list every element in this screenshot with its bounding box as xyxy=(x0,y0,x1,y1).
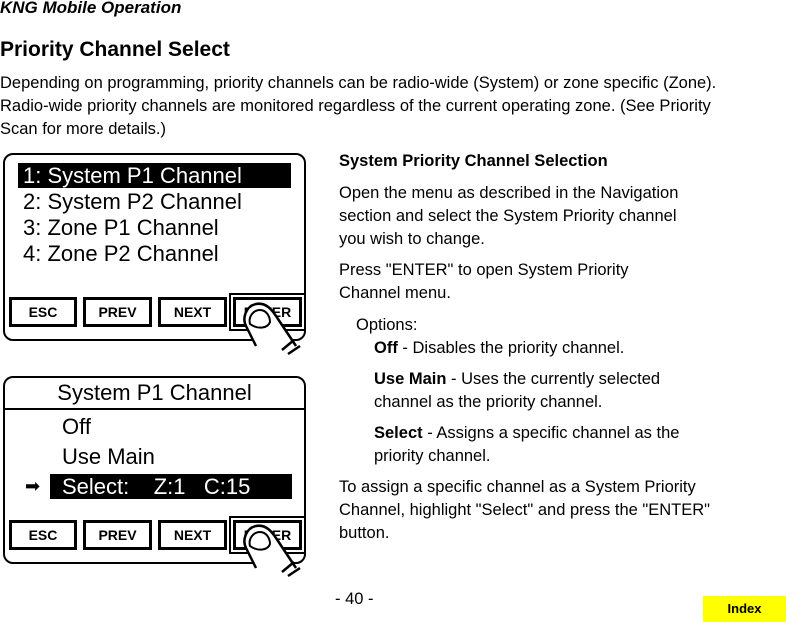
option-desc-select: Select - Assigns a specific channel as t… xyxy=(374,422,704,468)
enter-button[interactable]: ENTER xyxy=(229,293,306,331)
option-off[interactable]: Off xyxy=(62,414,91,439)
option-desc-off: Off - Disables the priority channel. xyxy=(374,337,714,360)
option-text: - Disables the priority channel. xyxy=(397,339,625,357)
option-name: Use Main xyxy=(374,370,447,388)
index-button[interactable]: Index xyxy=(703,596,786,622)
section-heading: System Priority Channel Selection xyxy=(339,152,608,170)
next-button[interactable]: NEXT xyxy=(158,520,227,550)
intro-paragraph: Depending on programming, priority chann… xyxy=(0,74,717,138)
options-label: Options: xyxy=(356,316,418,334)
next-button[interactable]: NEXT xyxy=(158,297,227,327)
page-title: Priority Channel Select xyxy=(0,38,230,61)
menu-item-system-p1[interactable]: 1: System P1 Channel xyxy=(18,163,291,188)
menu-item-zone-p1[interactable]: 3: Zone P1 Channel xyxy=(18,215,291,240)
esc-button[interactable]: ESC xyxy=(9,520,77,550)
radio-display-menu: 1: System P1 Channel 2: System P2 Channe… xyxy=(3,153,306,341)
option-name: Off xyxy=(374,339,398,357)
screen-title: System P1 Channel xyxy=(5,378,304,410)
esc-button[interactable]: ESC xyxy=(9,297,77,327)
option-name: Select xyxy=(374,424,423,442)
menu-item-zone-p2[interactable]: 4: Zone P2 Channel xyxy=(18,241,291,266)
right-arrow-icon: ➡ xyxy=(25,476,41,496)
instruction-paragraph-1: Open the menu as described in the Naviga… xyxy=(339,184,679,248)
menu-item-system-p2[interactable]: 2: System P2 Channel xyxy=(18,189,291,214)
page-number: - 40 - xyxy=(335,590,374,608)
option-use-main[interactable]: Use Main xyxy=(62,444,155,469)
instruction-paragraph-2: Press "ENTER" to open System Priority Ch… xyxy=(339,261,629,302)
instruction-paragraph-3: To assign a specific channel as a System… xyxy=(339,478,711,542)
radio-display-priority-options: System P1 Channel Off Use Main ➡ Select:… xyxy=(3,376,306,564)
option-desc-use-main: Use Main - Uses the currently selected c… xyxy=(374,368,714,414)
prev-button[interactable]: PREV xyxy=(83,297,152,327)
option-select[interactable]: Select: Z:1 C:15 xyxy=(50,474,292,499)
enter-button[interactable]: ENTER xyxy=(229,516,306,554)
prev-button[interactable]: PREV xyxy=(83,520,152,550)
document-header: KNG Mobile Operation xyxy=(0,0,182,17)
